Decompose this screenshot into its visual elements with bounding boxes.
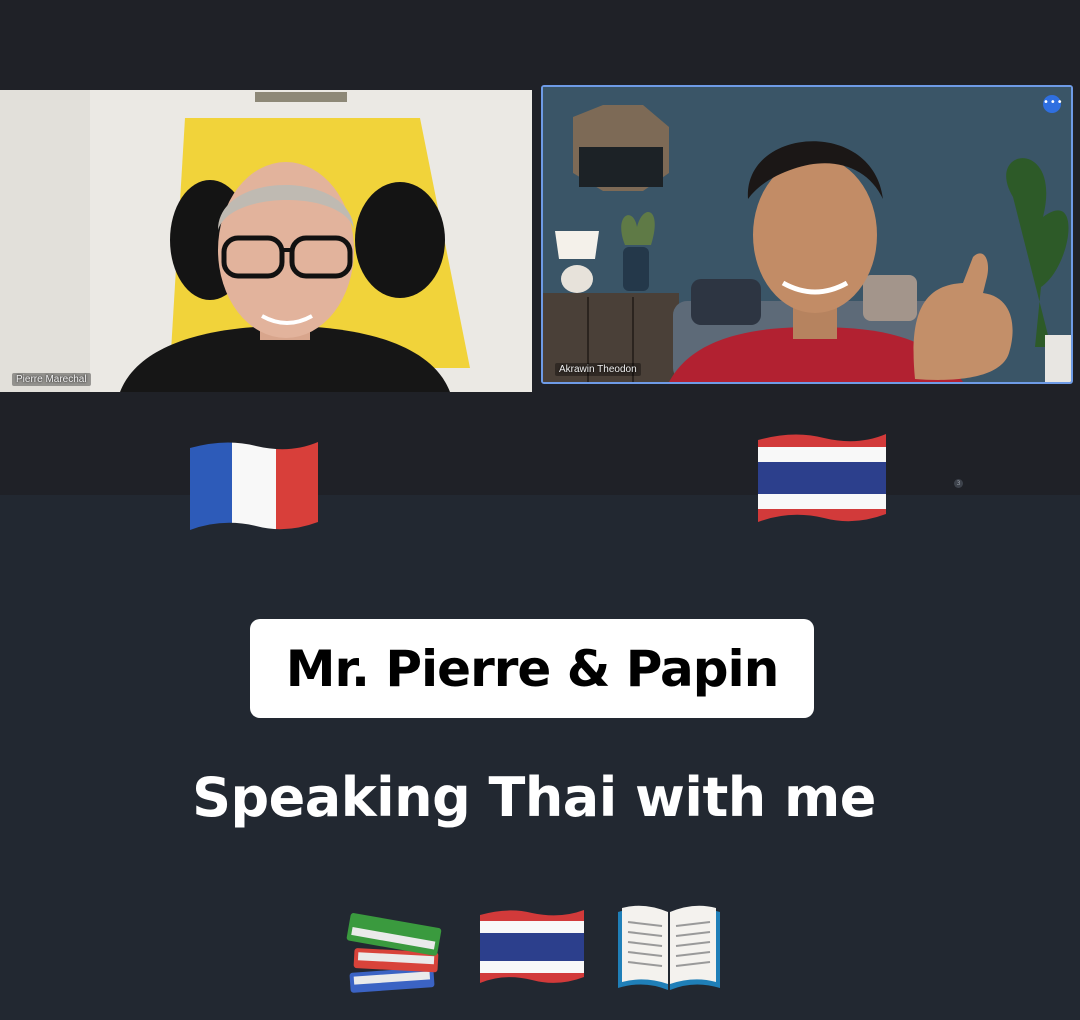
more-options-button[interactable]: ••• [1043, 95, 1063, 113]
participant-video-tile-left[interactable]: Pierre Marechal [0, 90, 532, 392]
thailand-flag-small-icon [478, 907, 586, 991]
books-icon [342, 890, 446, 1002]
caption-title-box: Mr. Pierre & Papin [250, 619, 814, 718]
caption-subtitle: Speaking Thai with me [192, 766, 876, 829]
france-flag-icon [186, 438, 322, 538]
participant-video-right [543, 87, 1071, 382]
participant-name-left: Pierre Marechal [12, 373, 91, 386]
open-book-icon [614, 902, 724, 998]
participant-count-badge: 3 [954, 479, 963, 488]
caption-title: Mr. Pierre & Papin [285, 639, 780, 698]
participant-video-left [0, 90, 532, 392]
participant-name-right: Akrawin Theodon [555, 363, 641, 376]
participant-video-tile-right[interactable]: ••• Akrawin Theodon [541, 85, 1073, 384]
thailand-flag-icon [754, 430, 890, 530]
